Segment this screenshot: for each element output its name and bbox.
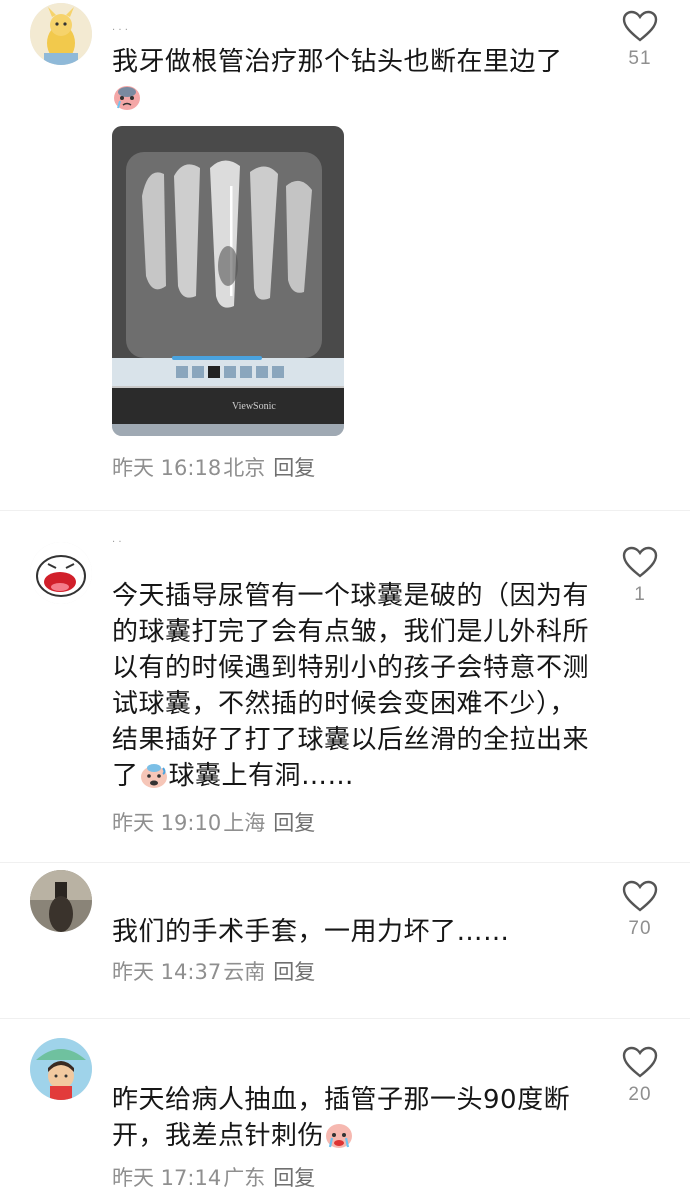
comment-item: 昨天给病人抽血，插管子那一头90度断开，我差点针刺伤 昨天 17:14广东 回复 … [0, 1018, 690, 1200]
like-count: 51 [628, 48, 652, 69]
avatar[interactable] [30, 3, 92, 65]
crying-face-emoji [324, 1120, 354, 1160]
comment-item: · · 今天插导尿管有一个球囊是破的（因为有的球囊打完了会有点皱，我们是儿外科所… [0, 520, 690, 840]
comment-meta: 昨天 16:18北京 回复 [112, 454, 315, 482]
avatar[interactable] [30, 542, 92, 604]
comment-text: 昨天给病人抽血，插管子那一头90度断开，我差点针刺伤 [112, 1082, 602, 1160]
sweating-face-emoji [139, 760, 169, 800]
username[interactable]: · · · [112, 26, 142, 36]
heart-icon [622, 546, 658, 578]
comment-meta: 昨天 17:14广东 回复 [112, 1164, 315, 1192]
comment-body: 我牙做根管治疗那个钻头也断在里边了 [112, 47, 563, 77]
avatar[interactable] [30, 870, 92, 932]
comment-text: 今天插导尿管有一个球囊是破的（因为有的球囊打完了会有点皱，我们是儿外科所以有的时… [112, 578, 602, 800]
location: 北京 [223, 456, 266, 480]
like-button[interactable]: 1 [610, 546, 670, 606]
timestamp: 昨天 14:37 [112, 960, 222, 984]
location: 广东 [223, 1166, 266, 1190]
like-button[interactable]: 70 [610, 880, 670, 940]
heart-icon [622, 1046, 658, 1078]
like-button[interactable]: 51 [610, 10, 670, 70]
reply-button[interactable]: 回复 [273, 811, 315, 835]
monitor-brand-label: ViewSonic [232, 401, 276, 412]
location: 云南 [223, 960, 266, 984]
comment-text: 我牙做根管治疗那个钻头也断在里边了 [112, 44, 602, 122]
heart-icon [622, 10, 658, 42]
timestamp: 昨天 19:10 [112, 811, 222, 835]
heart-icon [622, 880, 658, 912]
comment-meta: 昨天 19:10上海 回复 [112, 809, 315, 837]
comment-body: 今天插导尿管有一个球囊是破的（因为有的球囊打完了会有点皱，我们是儿外科所以有的时… [112, 581, 590, 791]
comment-meta: 昨天 14:37云南 回复 [112, 958, 315, 986]
reply-button[interactable]: 回复 [273, 1166, 315, 1190]
reply-button[interactable]: 回复 [273, 456, 315, 480]
timestamp: 昨天 17:14 [112, 1166, 222, 1190]
comment-text: 我们的手术手套，一用力坏了…… [112, 917, 510, 947]
divider [0, 510, 690, 511]
like-count: 70 [628, 918, 652, 939]
like-count: 1 [634, 584, 646, 605]
comment-item: · · · 我牙做根管治疗那个钻头也断在里边了 ViewSonic 昨天 16:… [0, 0, 690, 490]
crying-face-emoji [112, 82, 142, 122]
avatar[interactable] [30, 1038, 92, 1100]
username[interactable]: · · [112, 538, 142, 548]
timestamp: 昨天 16:18 [112, 456, 222, 480]
comment-item: 我们的手术手套，一用力坏了…… 昨天 14:37云南 回复 70 [0, 862, 690, 1002]
comment-body-tail: 球囊上有洞…… [168, 761, 355, 791]
location: 上海 [223, 811, 266, 835]
reply-button[interactable]: 回复 [273, 960, 315, 984]
xray-photo[interactable]: ViewSonic [112, 126, 344, 436]
like-count: 20 [628, 1084, 652, 1105]
like-button[interactable]: 20 [610, 1046, 670, 1106]
